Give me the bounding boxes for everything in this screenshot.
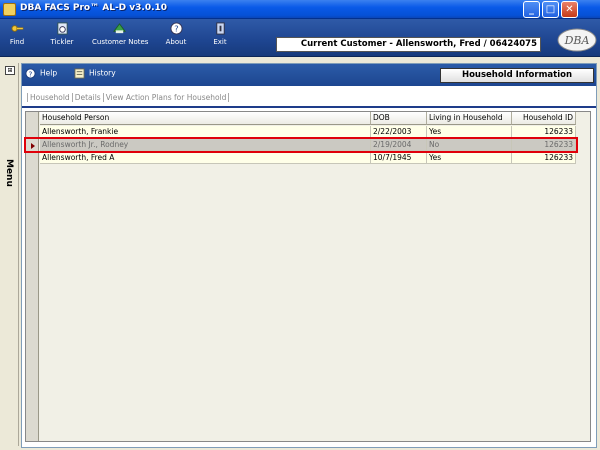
svg-text:?: ?	[29, 69, 33, 78]
main-panel: ? Help History Household Information Hous…	[21, 63, 597, 448]
row-header-column	[26, 112, 39, 441]
cell-person: Allensworth Jr., Rodney	[40, 139, 371, 151]
cell-dob: 10/7/1945	[371, 152, 427, 164]
tab-details[interactable]: Details	[73, 93, 104, 102]
clock-icon	[56, 22, 68, 35]
column-header-person[interactable]: Household Person	[40, 112, 371, 125]
tickler-button[interactable]: Tickler	[48, 22, 76, 46]
column-header-living[interactable]: Living in Household	[427, 112, 512, 125]
help-icon: ?	[25, 68, 36, 79]
panel-toolbar: ? Help History Household Information	[22, 64, 596, 86]
window-title: DBA FACS Pro™ AL-D v3.0.10	[20, 3, 168, 13]
row-pointer	[27, 139, 39, 151]
svg-text:DBA: DBA	[564, 34, 590, 47]
current-customer-display: Current Customer - Allensworth, Fred / 0…	[276, 37, 541, 52]
cell-household-id: 126233	[512, 139, 576, 151]
app-window: DBA FACS Pro™ AL-D v3.0.10 _ □ ✕ Find Ti…	[0, 0, 600, 450]
pin-icon[interactable]: ⊞	[5, 66, 15, 75]
table-row[interactable]: Allensworth, Frankie 2/22/2003 Yes 12623…	[40, 126, 576, 138]
menu-label[interactable]: Menu	[4, 159, 14, 187]
minimize-button[interactable]: _	[523, 1, 540, 18]
key-icon	[10, 25, 23, 32]
exit-door-icon	[215, 22, 225, 35]
tab-household[interactable]: Household	[27, 93, 73, 102]
find-label: Find	[9, 38, 25, 46]
tickler-label: Tickler	[50, 38, 74, 46]
cell-dob: 2/22/2003	[371, 126, 427, 138]
cell-person: Allensworth, Frankie	[40, 126, 371, 138]
question-icon: ?	[169, 22, 183, 35]
title-bar[interactable]: DBA FACS Pro™ AL-D v3.0.10 _ □ ✕	[0, 0, 600, 19]
column-header-household-id[interactable]: Household ID	[512, 112, 576, 125]
cell-living: Yes	[427, 126, 512, 138]
cell-person: Allensworth, Fred A	[40, 152, 371, 164]
find-button[interactable]: Find	[6, 22, 28, 46]
exit-label: Exit	[213, 38, 227, 46]
household-grid[interactable]: Household Person DOB Living in Household…	[25, 111, 591, 442]
app-icon	[3, 3, 16, 16]
cell-household-id: 126233	[512, 152, 576, 164]
maximize-button[interactable]: □	[542, 1, 559, 18]
history-icon	[74, 68, 85, 79]
help-label: Help	[40, 68, 58, 78]
about-button[interactable]: ? About	[164, 22, 188, 46]
cell-living: Yes	[427, 152, 512, 164]
history-button[interactable]: History	[74, 68, 116, 79]
tab-view-action-plans[interactable]: View Action Plans for Household	[104, 93, 230, 102]
cell-dob: 2/19/2004	[371, 139, 427, 151]
cell-household-id: 126233	[512, 126, 576, 138]
cell-living: No	[427, 139, 512, 151]
main-toolbar: Find Tickler Customer Notes ? About Exit…	[0, 19, 600, 57]
customer-notes-button[interactable]: Customer Notes	[92, 22, 149, 46]
table-row[interactable]: Allensworth, Fred A 10/7/1945 Yes 126233	[40, 152, 576, 164]
exit-button[interactable]: Exit	[211, 22, 229, 46]
history-label: History	[89, 68, 116, 78]
column-header-dob[interactable]: DOB	[371, 112, 427, 125]
svg-text:?: ?	[174, 23, 178, 33]
customer-notes-label: Customer Notes	[92, 38, 149, 46]
about-label: About	[165, 38, 187, 46]
notes-icon	[112, 23, 126, 34]
close-button[interactable]: ✕	[561, 1, 578, 18]
help-button[interactable]: ? Help	[25, 68, 57, 79]
section-title: Household Information	[440, 68, 594, 83]
dba-logo: DBA	[557, 28, 597, 52]
divider	[22, 106, 596, 108]
tab-strip: Household Details View Action Plans for Ho…	[27, 93, 230, 105]
table-row-selected[interactable]: Allensworth Jr., Rodney 2/19/2004 No 126…	[40, 139, 576, 151]
menu-strip[interactable]: ⊞ Menu	[2, 63, 19, 446]
row-pointer-icon	[31, 143, 35, 149]
